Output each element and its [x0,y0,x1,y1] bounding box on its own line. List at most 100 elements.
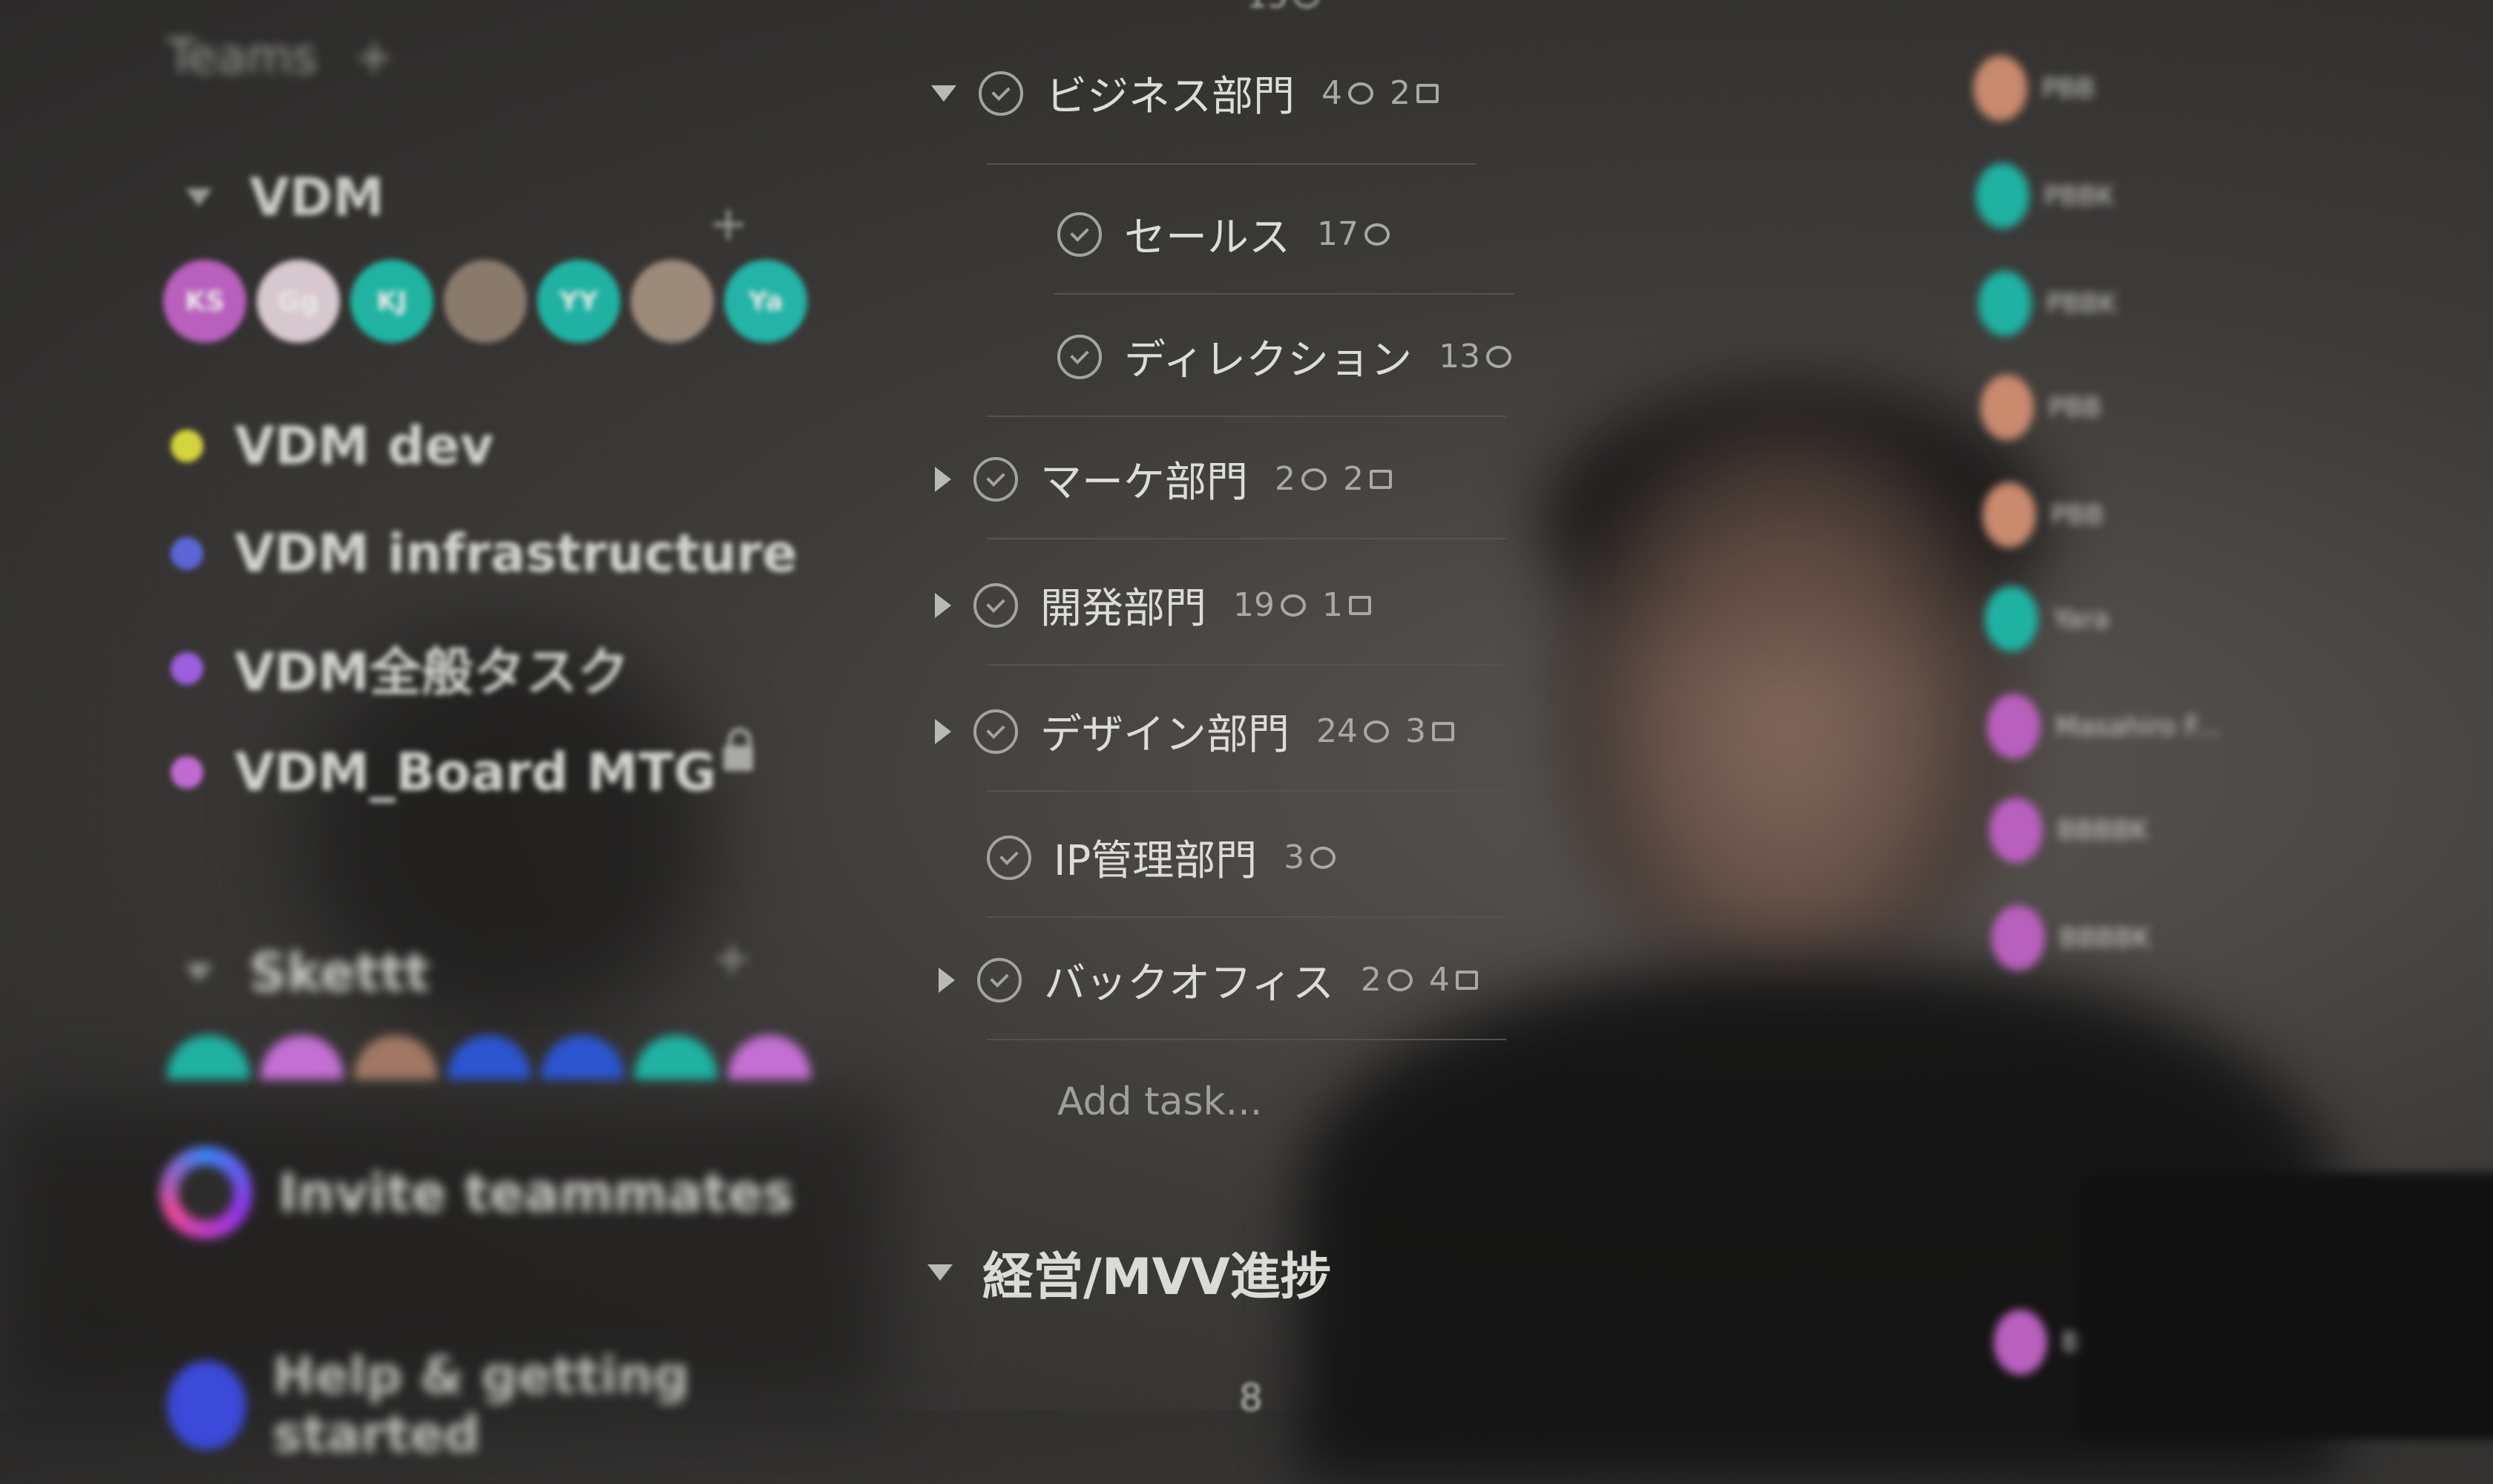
expand-caret-icon[interactable] [931,85,956,102]
project-color-dot [171,430,203,462]
assignee[interactable]: PBB [1983,482,2103,548]
task-name: マーケ部門 [1040,459,1248,507]
assignee-name: Yara [2053,603,2109,634]
task-name: ビジネス部門 [1045,73,1295,121]
subtask-count: 2 [1390,74,1410,112]
comment-icon [1301,467,1327,490]
expand-caret-icon[interactable] [935,466,951,492]
member-avatar[interactable] [541,1035,624,1080]
assignee[interactable]: PBBK [1976,163,2115,229]
add-project-plus-icon[interactable]: + [712,935,752,982]
row-divider [987,538,1506,539]
add-task-button[interactable]: Add task... [1057,1080,1262,1124]
comment-count: 2 [1360,961,1382,999]
member-avatar[interactable] [634,1035,717,1080]
row-divider [987,790,1506,792]
member-avatar[interactable]: KS [163,260,246,343]
project-item-vdm-dev[interactable]: VDM dev [171,416,494,476]
member-avatar[interactable] [354,1035,437,1080]
task-row[interactable]: IP管理部門 3 [987,827,1336,887]
subtask-icon [1370,469,1392,489]
collapse-triangle-icon[interactable] [185,964,212,982]
complete-check-icon[interactable] [973,582,1018,628]
foreground-monitor [2078,1172,2493,1439]
assignee-name: PBB [2051,499,2104,531]
task-name: セールス [1124,214,1290,262]
member-avatar[interactable]: KJ [350,260,433,343]
task-row[interactable]: バックオフィス 2 4 [939,950,1478,1010]
assignee[interactable]: PBB [1974,56,2095,121]
task-name: バックオフィス [1044,959,1334,1008]
complete-check-icon[interactable] [1057,211,1102,257]
task-row[interactable]: ビジネス部門 4 2 [931,63,1439,123]
help-getting-started-button[interactable]: Help & getting started [167,1347,846,1464]
complete-check-icon[interactable] [973,709,1018,754]
complete-check-icon[interactable] [979,70,1023,116]
assignee-avatar [1989,798,2043,863]
member-avatar[interactable]: Ya [724,260,807,343]
member-avatar[interactable] [444,260,527,343]
team-header-vdm[interactable]: VDM [185,167,384,228]
task-row-partial[interactable]: 15 [1143,0,1319,16]
assignee-avatar [1994,1310,2047,1375]
project-name: VDM dev [234,416,494,476]
subtask-count: 2 [1343,460,1364,498]
task-row[interactable]: デザイン部門 24 3 [935,701,1454,761]
member-avatar[interactable] [447,1035,531,1080]
member-avatar[interactable] [260,1035,344,1080]
assignee-avatar [1974,56,2027,121]
task-row[interactable]: 開発部門 19 1 [935,575,1371,635]
team-members-skettt[interactable] [167,1035,811,1080]
task-meta: 2 4 [1361,961,1478,999]
expand-caret-icon[interactable] [939,967,955,993]
comment-icon [1364,223,1390,246]
project-item-vdm-board-mtg[interactable]: VDM_Board MTG [171,742,716,803]
member-avatar[interactable] [167,1035,250,1080]
comment-icon [1310,846,1336,869]
comment-icon [1281,594,1306,617]
complete-check-icon[interactable] [987,835,1031,880]
project-color-dot [171,651,203,685]
invite-teammates-button[interactable]: Invite teammates [160,1146,794,1239]
member-avatar[interactable] [728,1035,811,1080]
section-collapse-caret-icon[interactable] [927,1264,953,1281]
complete-check-icon[interactable] [977,957,1022,1002]
task-row[interactable]: マーケ部門 2 2 [935,449,1392,509]
project-item-vdm-infrastructure[interactable]: VDM infrastructure [171,523,798,584]
comment-count: 8 [1239,1376,1263,1419]
help-icon [167,1361,247,1450]
row-divider [987,416,1506,417]
subtask-icon [1416,83,1439,103]
comment-count: 4 [1321,74,1342,112]
assignee[interactable]: PBBK [1978,271,2117,336]
assignee-avatar [1985,586,2038,651]
complete-check-icon[interactable] [973,456,1018,502]
task-meta: 13 [1439,338,1512,375]
assignee[interactable]: BBBBK [1991,905,2150,971]
assignee[interactable]: BBBBK [1989,798,2148,863]
task-row[interactable]: セールス 17 [1057,204,1390,264]
assignee[interactable]: Masahiro F... [1987,694,2221,759]
member-avatar[interactable] [631,260,714,343]
member-avatar[interactable]: Gg [257,260,340,343]
team-header-skettt[interactable]: Skettt [185,942,430,1003]
member-avatar[interactable]: YY [537,260,620,343]
comment-count: 13 [1439,338,1481,375]
teams-title: Teams [167,30,318,85]
expand-caret-icon[interactable] [935,592,951,618]
invite-label: Invite teammates [278,1162,794,1224]
task-meta: 3 [1284,838,1336,876]
assignee[interactable]: PBB [1980,375,2101,440]
add-team-plus-icon[interactable]: + [355,33,395,81]
task-row[interactable]: ディレクション 13 [1057,326,1512,387]
assignee[interactable]: Yara [1985,586,2109,651]
collapse-triangle-icon[interactable] [185,188,212,206]
add-project-plus-icon[interactable]: + [709,200,749,248]
task-row-partial[interactable]: 8 [1024,1376,1263,1419]
expand-caret-icon[interactable] [935,718,951,744]
team-members-vdm[interactable]: KS Gg KJ YY Ya [163,260,807,343]
complete-check-icon[interactable] [1057,334,1102,379]
section-header[interactable]: 経営/MVV進捗 [927,1235,1331,1309]
project-item-vdm-general-tasks[interactable]: VDM全般タスク [171,631,629,706]
assignee-name: PBBK [2046,288,2117,319]
